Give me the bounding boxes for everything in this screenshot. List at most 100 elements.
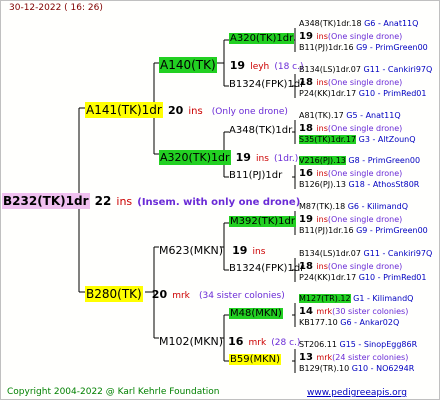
report-date: 30-12-2022 ( 16: 26) — [9, 3, 103, 13]
parent-queen-1[interactable]: A141(TK)1dr 20 ins (Only one drone) — [85, 101, 288, 118]
info: (One single drone) — [327, 262, 403, 271]
p21-count: 19 — [232, 244, 248, 257]
count-line: 13 mrk(24 sister colonies) — [299, 353, 408, 363]
p12-name: A320(TK)1dr — [159, 150, 231, 165]
drone-source-line: B126(PJ).13 G18 - AthosSt80R — [299, 181, 419, 189]
great-grandparent-name: M392(TK)1dr — [229, 216, 297, 227]
generation-code: G18 - — [345, 180, 373, 189]
p1-unit: ins — [188, 106, 203, 117]
count-line: 18 ins(One single drone) — [299, 262, 402, 272]
drone-source-id: S35(TK)1dr.17 — [299, 135, 357, 144]
generation-code: G1 - — [350, 294, 373, 303]
drone-source-line: B134(LS)1dr.07 G11 - Cankiri97Q — [299, 250, 432, 258]
info: (One single drone) — [327, 215, 403, 224]
drone-source-line: A348(TK)1dr.18 G6 - Anat11Q — [299, 20, 418, 28]
p1-count: 20 — [167, 104, 184, 117]
p11-unit: leyh — [250, 62, 270, 72]
count: 18 — [299, 77, 317, 88]
info: (One single drone) — [327, 78, 403, 87]
grandparent-21[interactable]: M623(MKN) 19 ins — [159, 241, 265, 257]
line-name: KilimandQ — [372, 294, 414, 303]
count: 16 — [299, 168, 317, 179]
count-line: 19 ins(One single drone) — [299, 32, 402, 42]
drone-source-id: B126(PJ).13 — [299, 180, 346, 189]
generation-code: G10 - — [349, 364, 377, 373]
great-grandparent-8[interactable]: B59(MKN) — [229, 354, 282, 365]
line-name: Anat11Q — [383, 19, 419, 28]
unit: ins — [316, 124, 328, 133]
drone-source-line: KB177.10 G6 - Ankar02Q — [299, 319, 399, 327]
info: (One single drone) — [327, 124, 403, 133]
drone-source-id: M127(TR).12 — [299, 294, 351, 303]
great-grandparent-name: B1324(FPK)1dr — [229, 79, 305, 90]
p12-info: (1dr.) — [274, 154, 299, 164]
great-grandparent-6[interactable]: B1324(FPK)1dr — [229, 264, 304, 274]
drone-source-id: B134(LS)1dr.07 — [299, 65, 361, 74]
great-grandparent-name: A348(TK)1dr — [229, 125, 293, 136]
count-line: 16 ins(One single drone) — [299, 169, 402, 179]
count: 18 — [299, 261, 317, 272]
grandparent-11[interactable]: A140(TK) 19 leyh (18 c.) — [159, 56, 304, 73]
line-name: PrimRed01 — [383, 89, 427, 98]
great-grandparent-5[interactable]: M392(TK)1dr — [229, 216, 297, 227]
great-grandparent-3[interactable]: A348(TK)1dr — [229, 126, 292, 136]
grandparent-12[interactable]: A320(TK)1dr 19 ins (1dr.) — [159, 148, 299, 165]
count: 13 — [299, 352, 317, 363]
drone-source-id: B11(PJ)1dr.16 — [299, 43, 354, 52]
generation-code: G5 - — [343, 111, 366, 120]
drone-source-id: ST206.11 — [299, 340, 337, 349]
count-line: 18 ins(One single drone) — [299, 78, 402, 88]
unit: ins — [316, 215, 328, 224]
root-queen[interactable]: B232(TK)1dr 22 ins (Insem. with only one… — [2, 192, 301, 209]
drone-source-line: M87(TK).18 G6 - KilimandQ — [299, 203, 408, 211]
info: (24 sister colonies) — [332, 353, 409, 362]
p11-count: 19 — [229, 59, 246, 72]
p22-name: M102(MKN) — [159, 335, 224, 348]
count-line: 18 ins(One single drone) — [299, 124, 402, 134]
parent-queen-2[interactable]: B280(TK) 20 mrk (34 sister colonies) — [85, 285, 285, 302]
drone-source-line: M127(TR).12 G1 - KilimandQ — [299, 294, 414, 303]
line-name: PrimGreen00 — [367, 156, 421, 165]
great-grandparent-name: B59(MKN) — [229, 354, 282, 365]
root-unit: ins — [116, 195, 133, 208]
generation-code: G11 - — [360, 65, 388, 74]
count-line: 14 mrk(30 sister colonies) — [299, 307, 408, 317]
drone-source-id: V216(PJ).13 — [299, 156, 346, 165]
drone-source-id: B11(PJ)1dr.16 — [299, 226, 354, 235]
drone-source-line: S35(TK)1dr.17 G3 - AltZounQ — [299, 135, 416, 144]
website-link[interactable]: www.pedigreeapis.org — [307, 388, 407, 398]
generation-code: G10 - — [356, 273, 384, 282]
p2-count: 20 — [151, 288, 168, 301]
line-name: Cankiri97Q — [387, 249, 433, 258]
drone-source-line: B11(PJ)1dr.16 G9 - PrimGreen00 — [299, 227, 428, 235]
line-name: NO6294R — [376, 364, 415, 373]
drone-source-id: P24(KK)1dr.17 — [299, 273, 357, 282]
great-grandparent-1[interactable]: A320(TK)1dr — [229, 33, 295, 44]
line-name: SinopEgg86R — [363, 340, 418, 349]
great-grandparent-name: A320(TK)1dr — [229, 33, 295, 44]
great-grandparent-4[interactable]: B11(PJ)1dr — [229, 171, 282, 181]
copyright: Copyright 2004-2022 @ Karl Kehrle Founda… — [7, 387, 220, 397]
root-info: (Insem. with only one drone) — [137, 197, 301, 208]
p11-name: A140(TK) — [159, 57, 217, 73]
drone-source-line: ST206.11 G15 - SinopEgg86R — [299, 341, 417, 349]
line-name: AthosSt80R — [372, 180, 420, 189]
generation-code: G9 - — [353, 43, 376, 52]
drone-source-id: B134(LS)1dr.07 — [299, 249, 361, 258]
line-name: Anat11Q — [365, 111, 401, 120]
great-grandparent-2[interactable]: B1324(FPK)1dr — [229, 80, 304, 90]
grandparent-22[interactable]: M102(MKN) 16 mrk (28 c.) — [159, 332, 300, 348]
drone-source-line: V216(PJ).13 G8 - PrimGreen00 — [299, 156, 421, 165]
great-grandparent-7[interactable]: M48(MKN) — [229, 308, 283, 319]
count-line: 19 ins(One single drone) — [299, 215, 402, 225]
drone-source-id: KB177.10 — [299, 318, 338, 327]
drone-source-line: P24(KK)1dr.17 G10 - PrimRed01 — [299, 90, 426, 98]
line-name: PrimRed01 — [383, 273, 427, 282]
p21-name: M623(MKN) — [159, 244, 224, 257]
count: 19 — [299, 214, 317, 225]
info: (30 sister colonies) — [332, 307, 409, 316]
count: 18 — [299, 123, 317, 134]
generation-code: G6 - — [361, 19, 384, 28]
info: (One single drone) — [327, 169, 403, 178]
p21-unit: ins — [252, 247, 266, 257]
